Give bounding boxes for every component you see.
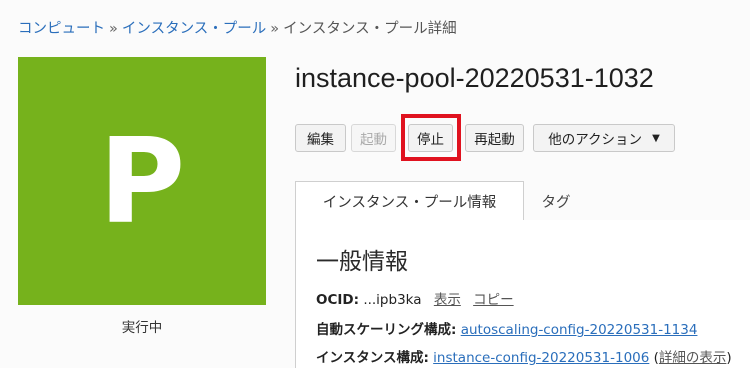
status-label: 実行中 — [121, 320, 163, 336]
info-panel: 一般情報 OCID: ...ipb3ka 表示 コピー 自動スケーリング構成: … — [295, 220, 750, 368]
reboot-button[interactable]: 再起動 — [465, 124, 524, 152]
more-actions-button[interactable]: 他のアクション ▼ — [533, 124, 675, 152]
breadcrumb-instance-pools-link[interactable]: インスタンス・プール — [122, 21, 266, 37]
autoscaling-label: 自動スケーリング構成: — [316, 322, 457, 338]
start-button[interactable]: 起動 — [351, 124, 396, 152]
breadcrumb: コンピュート» インスタンス・プール» インスタンス・プール詳細 — [18, 17, 457, 38]
page-title: instance-pool-20220531-1032 — [295, 63, 654, 93]
instance-config-link[interactable]: instance-config-20220531-1006 — [433, 350, 649, 366]
resource-avatar: P — [18, 57, 266, 305]
ocid-label: OCID: — [316, 292, 360, 308]
tab-bar: インスタンス・プール情報 タグ — [295, 181, 750, 221]
autoscaling-row: 自動スケーリング構成: autoscaling-config-20220531-… — [316, 318, 697, 338]
details-paren-close: ) — [726, 350, 732, 366]
breadcrumb-current: インスタンス・プール詳細 — [283, 21, 457, 37]
ocid-copy-link[interactable]: コピー — [473, 292, 514, 308]
show-details-link[interactable]: 詳細の表示 — [659, 350, 727, 366]
tab-instance-pool-info[interactable]: インスタンス・プール情報 — [295, 181, 524, 221]
chevron-down-icon: ▼ — [652, 132, 660, 144]
stop-button[interactable]: 停止 — [408, 124, 453, 152]
breadcrumb-separator: » — [270, 21, 280, 37]
instance-config-label: インスタンス構成: — [316, 350, 429, 366]
ocid-value: ...ipb3ka — [363, 292, 422, 308]
breadcrumb-separator: » — [109, 21, 118, 37]
breadcrumb-compute-link[interactable]: コンピュート — [18, 21, 105, 37]
more-actions-label: 他のアクション — [548, 132, 643, 148]
ocid-row: OCID: ...ipb3ka 表示 コピー — [316, 288, 514, 308]
section-title: 一般情報 — [316, 249, 408, 275]
ocid-show-link[interactable]: 表示 — [434, 292, 461, 308]
avatar-letter: P — [98, 112, 186, 250]
instance-config-row: インスタンス構成: instance-config-20220531-1006 … — [316, 346, 732, 366]
tab-tags[interactable]: タグ — [524, 181, 588, 221]
autoscaling-config-link[interactable]: autoscaling-config-20220531-1134 — [461, 322, 698, 338]
edit-button[interactable]: 編集 — [295, 124, 346, 152]
